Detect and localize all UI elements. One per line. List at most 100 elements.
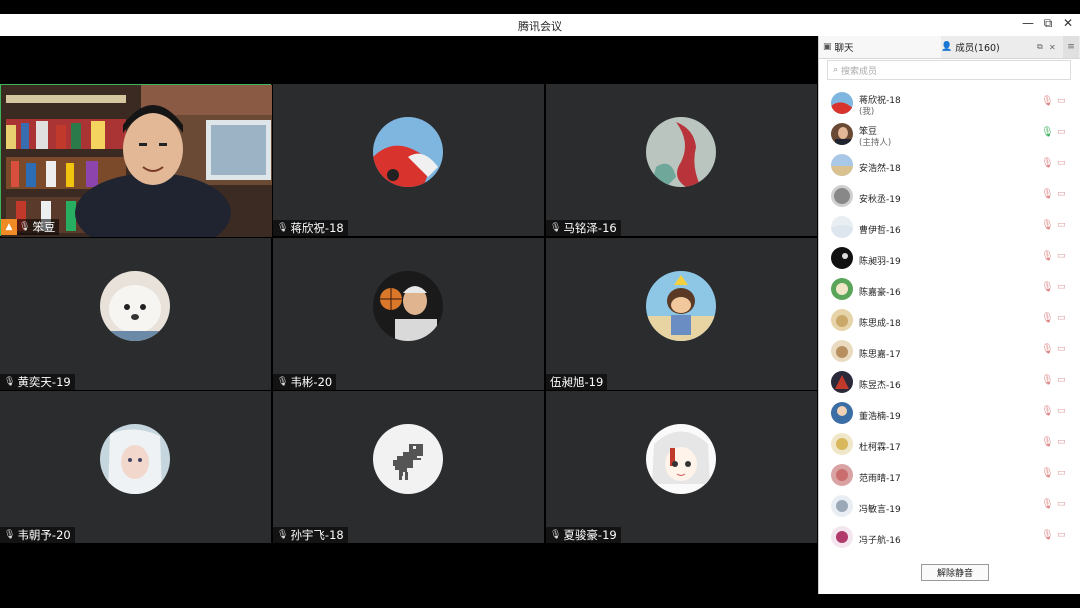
list-item[interactable]: 陈思成-18 🎙 ▭	[819, 305, 1080, 335]
video-tile[interactable]: 🎙 孙宇飞-18	[273, 391, 544, 543]
video-off-icon[interactable]: ▭	[1057, 313, 1066, 323]
mic-muted-icon[interactable]: 🎙	[1041, 344, 1054, 355]
host-video-feed	[1, 85, 272, 237]
list-item[interactable]: 安浩然-18 🎙 ▭	[819, 150, 1080, 180]
list-item[interactable]: 陈昱杰-16 🎙 ▭	[819, 367, 1080, 397]
list-item[interactable]: 杜柯霖-17 🎙 ▭	[819, 429, 1080, 459]
video-off-icon[interactable]: ▭	[1057, 530, 1066, 540]
list-item[interactable]: 陈嘉豪-16 🎙 ▭	[819, 274, 1080, 304]
mic-on-icon[interactable]: 🎙	[1041, 127, 1054, 138]
video-off-icon[interactable]: ▭	[1057, 189, 1066, 199]
white-dog-avatar	[100, 271, 170, 341]
mic-muted-icon[interactable]: 🎙	[1041, 375, 1054, 386]
minimize-button[interactable]: —	[1020, 16, 1036, 30]
bottom-black-strip	[0, 594, 1080, 608]
list-item[interactable]: 蒋欣祝-18 (我) 🎙 ▭	[819, 88, 1080, 118]
avatar	[831, 123, 853, 145]
video-off-icon[interactable]: ▭	[1057, 437, 1066, 447]
avatar	[831, 433, 853, 455]
member-name: 陈思嘉-17	[859, 350, 901, 360]
red-bird-avatar	[646, 117, 716, 187]
member-name: 安秋丞-19	[859, 195, 901, 205]
tab-chat[interactable]: ▣ 聊天	[819, 36, 941, 58]
mic-muted-icon[interactable]: 🎙	[1041, 251, 1054, 262]
video-tile[interactable]: 🎙 韦朝予-20	[0, 391, 271, 543]
participant-name: 夏骏豪-19	[563, 528, 617, 542]
avatar	[831, 526, 853, 548]
mic-muted-icon[interactable]: 🎙	[1041, 282, 1054, 293]
window-title: 腾讯会议	[518, 20, 562, 33]
mic-muted-icon[interactable]: 🎙	[1041, 530, 1054, 541]
avatar	[831, 495, 853, 517]
list-item[interactable]: 安秋丞-19 🎙 ▭	[819, 181, 1080, 211]
video-off-icon[interactable]: ▭	[1057, 282, 1066, 292]
list-item[interactable]: 冯敏言-19 🎙 ▭	[819, 491, 1080, 521]
list-item[interactable]: 陈昶羽-19 🎙 ▭	[819, 243, 1080, 273]
tile-name-bar: 🎙 蒋欣祝-18	[273, 220, 348, 236]
video-off-icon[interactable]: ▭	[1057, 406, 1066, 416]
video-off-icon[interactable]: ▭	[1057, 96, 1066, 106]
unmute-all-button[interactable]: 解除静音	[921, 564, 989, 581]
video-off-icon[interactable]: ▭	[1057, 158, 1066, 168]
member-sidebar: ▣ 聊天 👤 成员(160) ⧉ ✕ ≡ ⌕ 搜索成员 蒋欣祝-18 (我) 🎙…	[818, 36, 1080, 594]
video-tile[interactable]: 🎙 蒋欣祝-18	[273, 84, 544, 236]
mic-muted-icon[interactable]: 🎙	[1041, 189, 1054, 200]
member-name: 董浩楠-19	[859, 412, 901, 422]
list-item[interactable]: 陈思嘉-17 🎙 ▭	[819, 336, 1080, 366]
mic-muted-icon[interactable]: 🎙	[1041, 499, 1054, 510]
video-tile[interactable]: 🎙 黄奕天-19	[0, 238, 271, 390]
member-name: 曹伊哲-16	[859, 226, 901, 236]
video-tile[interactable]: 🎙 夏骏豪-19	[546, 391, 817, 543]
mic-muted-icon[interactable]: 🎙	[1041, 96, 1054, 107]
list-item[interactable]: 董浩楠-19 🎙 ▭	[819, 398, 1080, 428]
tab-chat-label: 聊天	[834, 43, 854, 54]
member-name: 杜柯霖-17	[859, 443, 901, 453]
avatar	[831, 309, 853, 331]
mic-muted-icon[interactable]: 🎙	[1041, 313, 1054, 324]
mic-icon: 🎙	[550, 223, 562, 233]
dinosaur-avatar	[373, 424, 443, 494]
mic-muted-icon[interactable]: 🎙	[1041, 437, 1054, 448]
video-tile[interactable]: 🎙 韦彬-20	[273, 238, 544, 390]
video-off-icon[interactable]: ▭	[1057, 251, 1066, 261]
video-off-icon[interactable]: ▭	[1057, 499, 1066, 509]
mic-icon: 🎙	[550, 530, 562, 540]
list-item[interactable]: 曹伊哲-16 🎙 ▭	[819, 212, 1080, 242]
tab-members[interactable]: 👤 成员(160)	[941, 36, 1041, 58]
avatar	[831, 154, 853, 176]
video-off-icon[interactable]: ▭	[1057, 375, 1066, 385]
participant-name: 孙宇飞-18	[290, 528, 344, 542]
participant-name: 韦朝予-20	[17, 528, 71, 542]
video-off-icon[interactable]: ▭	[1057, 468, 1066, 478]
restore-button[interactable]: ⧉	[1040, 16, 1056, 31]
avatar	[831, 340, 853, 362]
video-off-icon[interactable]: ▭	[1057, 344, 1066, 354]
mic-muted-icon[interactable]: 🎙	[1041, 220, 1054, 231]
mic-muted-icon[interactable]: 🎙	[1041, 158, 1054, 169]
close-button[interactable]: ✕	[1060, 16, 1076, 30]
avatar	[831, 402, 853, 424]
list-item[interactable]: 笨豆 (主持人) 🎙 ▭	[819, 119, 1080, 149]
popout-button[interactable]: ⧉	[1037, 36, 1049, 58]
mic-muted-icon[interactable]: 🎙	[1041, 406, 1054, 417]
video-top-area	[0, 36, 818, 84]
video-tile-host[interactable]: ▲ 🎙 笨豆	[0, 84, 272, 237]
member-name: 陈嘉豪-16	[859, 288, 901, 298]
video-off-icon[interactable]: ▭	[1057, 220, 1066, 230]
close-sidebar-button[interactable]: ✕	[1049, 36, 1061, 58]
list-item[interactable]: 范雨晴-17 🎙 ▭	[819, 460, 1080, 490]
video-tile[interactable]: 🎙 马铭泽-16	[546, 84, 817, 236]
member-search-input[interactable]: ⌕ 搜索成员	[827, 60, 1071, 80]
video-icon[interactable]: ▭	[1057, 127, 1066, 137]
tile-name-bar: 🎙 韦彬-20	[273, 374, 337, 390]
member-role: (主持人)	[859, 138, 892, 148]
person-icon: 👤	[941, 42, 953, 52]
participant-name: 黄奕天-19	[17, 375, 71, 389]
video-tile[interactable]: 伍昶旭-19	[546, 238, 817, 390]
title-bar: 腾讯会议 — ⧉ ✕	[0, 14, 1080, 36]
mic-muted-icon[interactable]: 🎙	[1041, 468, 1054, 479]
avatar	[831, 278, 853, 300]
mic-icon: 🎙	[4, 377, 16, 387]
sidebar-menu-button[interactable]: ≡	[1063, 36, 1079, 58]
list-item[interactable]: 冯子航-16 🎙 ▭	[819, 522, 1080, 550]
